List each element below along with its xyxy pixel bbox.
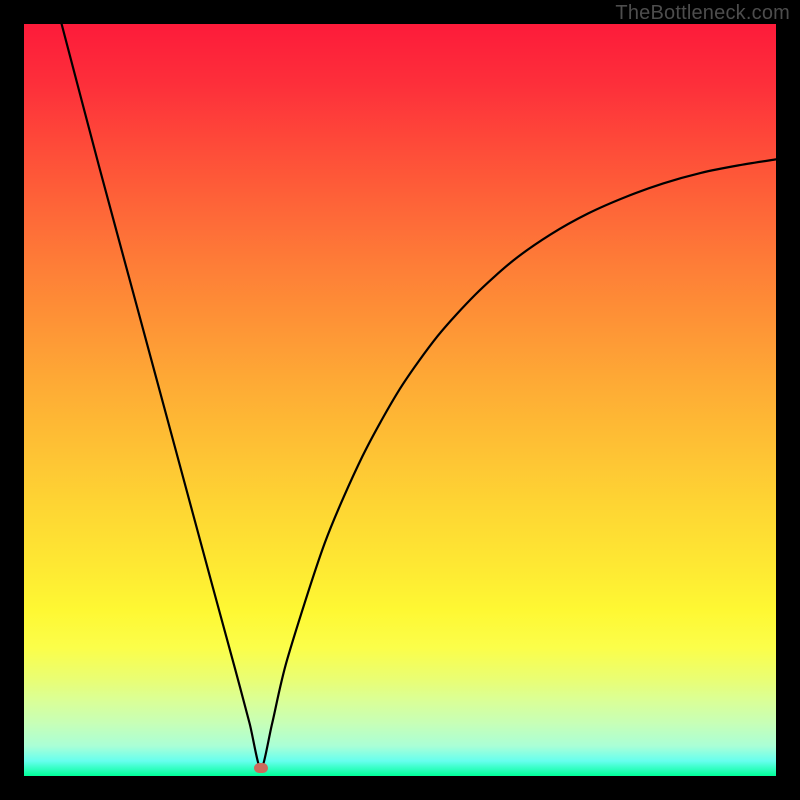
bottleneck-curve — [62, 24, 776, 768]
curve-svg — [24, 24, 776, 776]
attribution-text: TheBottleneck.com — [615, 2, 790, 25]
chart-frame: TheBottleneck.com — [0, 0, 800, 800]
optimum-marker — [254, 763, 268, 773]
plot-area — [24, 24, 776, 776]
